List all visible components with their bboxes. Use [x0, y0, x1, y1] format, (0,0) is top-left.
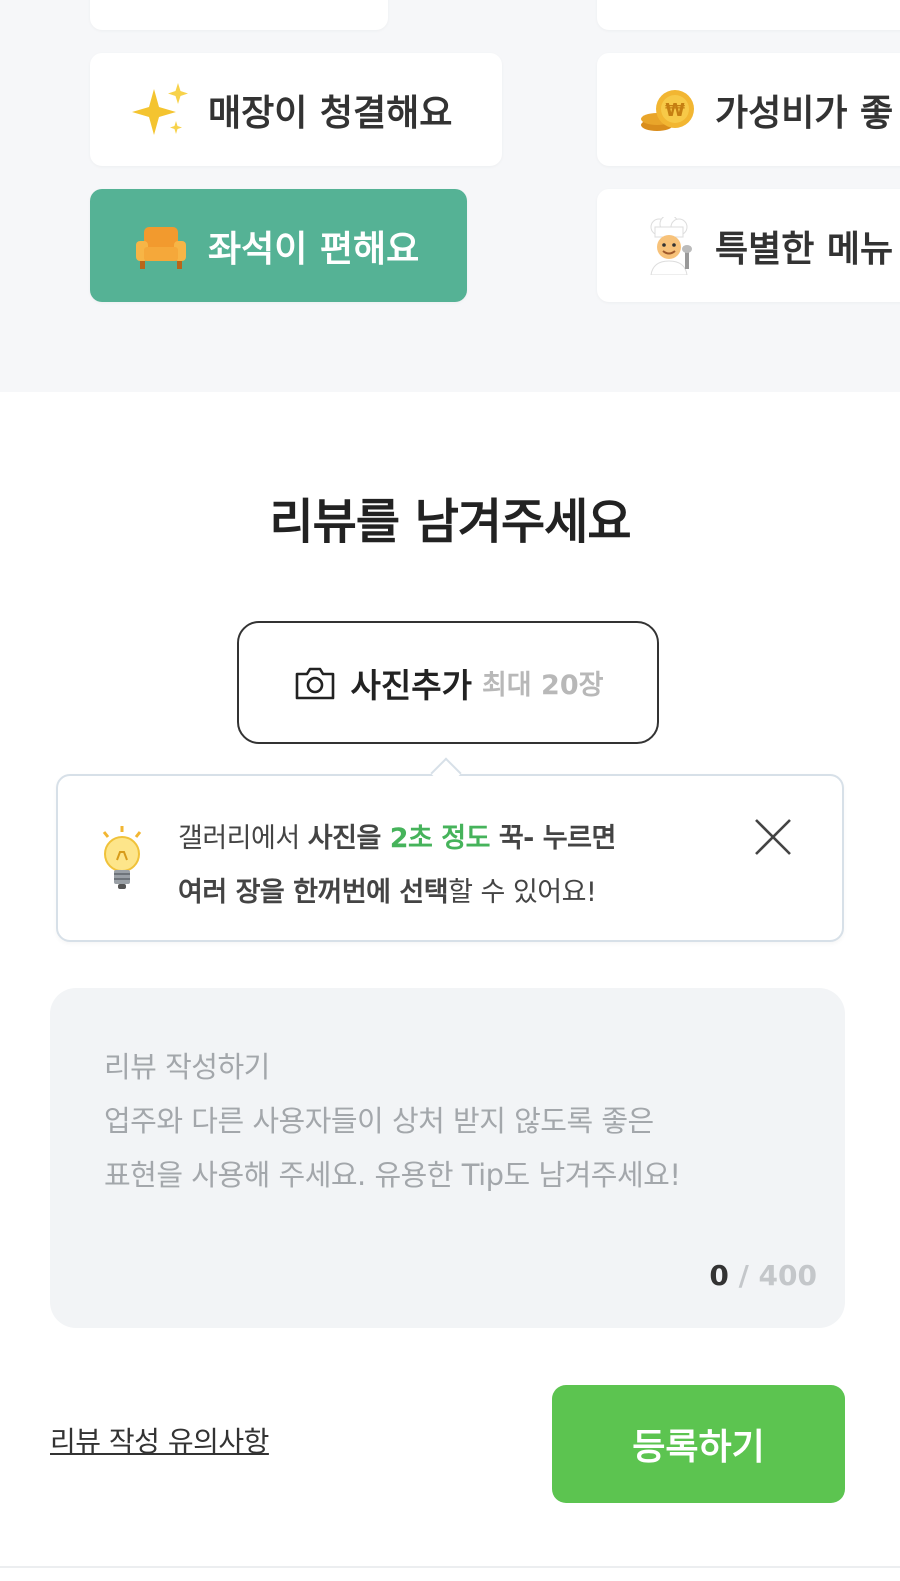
tip-tooltip: 갤러리에서 사진을 2초 정도 꾹- 누르면 여러 장을 한꺼번에 선택할 수 …: [56, 774, 844, 942]
counter-max: / 400: [728, 1259, 817, 1292]
keyword-chip-seat[interactable]: 좌석이 편해요: [90, 189, 467, 302]
keyword-chip-clean[interactable]: 매장이 청결해요: [90, 53, 502, 166]
photo-limit-label: 최대 20장: [481, 670, 604, 701]
tip-text-bold: 꾹- 누르면: [489, 823, 616, 854]
keyword-chip-label: 특별한 메뉴: [715, 228, 894, 270]
add-photo-label: 사진추가: [350, 665, 472, 705]
keyword-section: 매장이 청결해요 ₩ 가성비가 좋 좌석이 편해요 특별한 메뉴: [0, 0, 900, 392]
chef-icon: [639, 216, 697, 275]
keyword-chip-label: 가성비가 좋: [715, 92, 894, 134]
tip-text-part: 할 수 있어요!: [448, 877, 597, 908]
add-photo-button[interactable]: 사진추가 최대 20장: [237, 621, 659, 744]
submit-button[interactable]: 등록하기: [552, 1385, 845, 1503]
tip-text-part: 갤러리에서: [178, 823, 308, 854]
lightbulb-icon: [102, 826, 142, 889]
camera-icon: [295, 667, 334, 699]
keyword-chip-menu[interactable]: 특별한 메뉴: [597, 189, 900, 302]
keyword-chip-label: 매장이 청결해요: [208, 92, 453, 134]
keyword-chip-label: 좌석이 편해요: [208, 228, 420, 270]
keyword-chip-value[interactable]: ₩ 가성비가 좋: [597, 53, 900, 166]
review-placeholder: 리뷰 작성하기 업주와 다른 사용자들이 상처 받지 않도록 좋은 표현을 사용…: [104, 1050, 681, 1192]
character-counter: 0 / 400: [709, 1259, 817, 1292]
review-section-title: 리뷰를 남겨주세요: [269, 494, 632, 550]
svg-text:₩: ₩: [665, 100, 685, 121]
tip-text-bold: 여러 장을 한꺼번에 선택: [178, 877, 449, 908]
tip-text-bold: 사진을: [307, 823, 390, 854]
bottom-divider: [0, 1566, 900, 1568]
tip-text-highlight: 2초 정도: [389, 823, 491, 854]
review-textarea[interactable]: 리뷰 작성하기 업주와 다른 사용자들이 상처 받지 않도록 좋은 표현을 사용…: [50, 988, 845, 1328]
review-guidelines-link[interactable]: 리뷰 작성 유의사항: [50, 1420, 269, 1460]
close-icon[interactable]: [752, 816, 794, 858]
sparkles-icon: [132, 81, 190, 139]
coin-icon: ₩: [639, 81, 697, 139]
keyword-chip-partial-left[interactable]: [90, 0, 388, 30]
keyword-chip-partial-right[interactable]: [597, 0, 900, 30]
tip-text: 갤러리에서 사진을 2초 정도 꾹- 누르면 여러 장을 한꺼번에 선택할 수 …: [178, 812, 738, 920]
armchair-icon: [132, 217, 190, 275]
counter-current: 0: [709, 1259, 729, 1292]
